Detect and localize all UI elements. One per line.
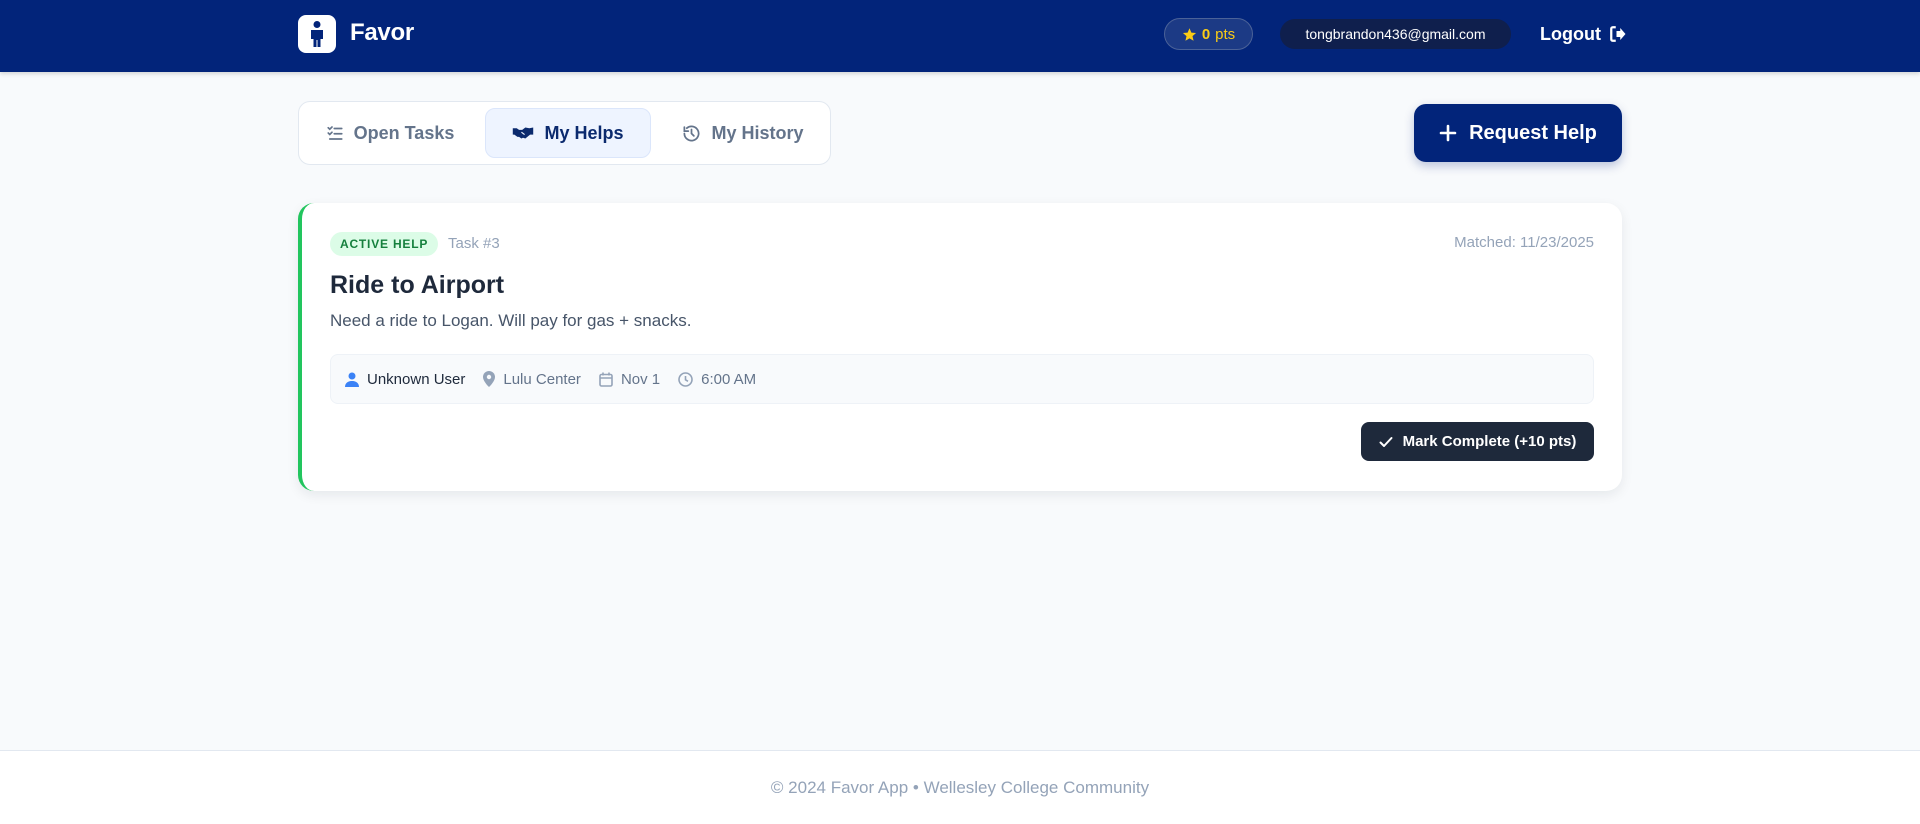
check-icon	[1379, 436, 1393, 447]
date-value: Nov 1	[620, 370, 661, 388]
tab-open-tasks[interactable]: Open Tasks	[305, 108, 475, 158]
logout-label: Logout	[1540, 23, 1601, 44]
tab-open-tasks-label: Open Tasks	[353, 122, 455, 143]
status-badge: ACTIVE HELP	[330, 232, 439, 256]
requester: Unknown User	[345, 371, 465, 388]
handshake-icon	[513, 127, 534, 139]
request-help-label: Request Help	[1469, 121, 1597, 144]
tab-my-helps[interactable]: My Helps	[485, 108, 651, 158]
map-pin-icon	[483, 371, 496, 387]
task-description: Need a ride to Logan. Will pay for gas +…	[330, 311, 692, 330]
location: Lulu Center	[483, 371, 581, 388]
brand-name: Favor	[350, 19, 414, 46]
clock-icon	[678, 371, 693, 387]
tab-bar: Open Tasks My Helps My History	[298, 101, 831, 165]
footer-text: © 2024 Favor App • Wellesley College Com…	[770, 777, 1150, 797]
requester-name: Unknown User	[367, 370, 466, 388]
task-title: Ride to Airport	[330, 271, 505, 299]
star-icon	[1182, 27, 1196, 41]
logout-button[interactable]: Logout	[1540, 20, 1627, 48]
matched-date: Matched: 11/23/2025	[1454, 234, 1594, 251]
history-icon	[683, 125, 700, 141]
mark-complete-label: Mark Complete (+10 pts)	[1402, 433, 1577, 450]
points-value: 0	[1201, 25, 1211, 43]
top-navbar: Favor 0 pts tongbrandon436@gmail.com Log…	[0, 0, 1920, 72]
location-name: Lulu Center	[503, 370, 581, 388]
time-value: 6:00 AM	[701, 370, 757, 388]
person-icon	[311, 21, 323, 47]
tab-my-history-label: My History	[711, 122, 804, 143]
logout-icon	[1610, 26, 1626, 42]
plus-icon	[1439, 124, 1457, 142]
mark-complete-button[interactable]: Mark Complete (+10 pts)	[1361, 422, 1594, 461]
checklist-icon	[327, 126, 343, 140]
user-icon	[345, 372, 359, 387]
date: Nov 1	[599, 371, 660, 388]
request-help-button[interactable]: Request Help	[1414, 104, 1622, 162]
task-meta-bar: Unknown User Lulu Center Nov 1 6:00 AM	[330, 354, 1594, 404]
calendar-icon	[599, 372, 613, 387]
points-badge: 0 pts	[1164, 18, 1253, 50]
tab-my-history[interactable]: My History	[659, 108, 827, 158]
time: 6:00 AM	[678, 371, 756, 388]
task-id: Task #3	[448, 235, 500, 252]
tab-my-helps-label: My Helps	[544, 122, 624, 143]
task-card: ACTIVE HELP Task #3 Matched: 11/23/2025 …	[298, 203, 1622, 491]
logo[interactable]	[298, 15, 336, 53]
footer: © 2024 Favor App • Wellesley College Com…	[0, 750, 1920, 824]
user-email: tongbrandon436@gmail.com	[1280, 19, 1511, 49]
points-unit: pts	[1215, 25, 1236, 43]
